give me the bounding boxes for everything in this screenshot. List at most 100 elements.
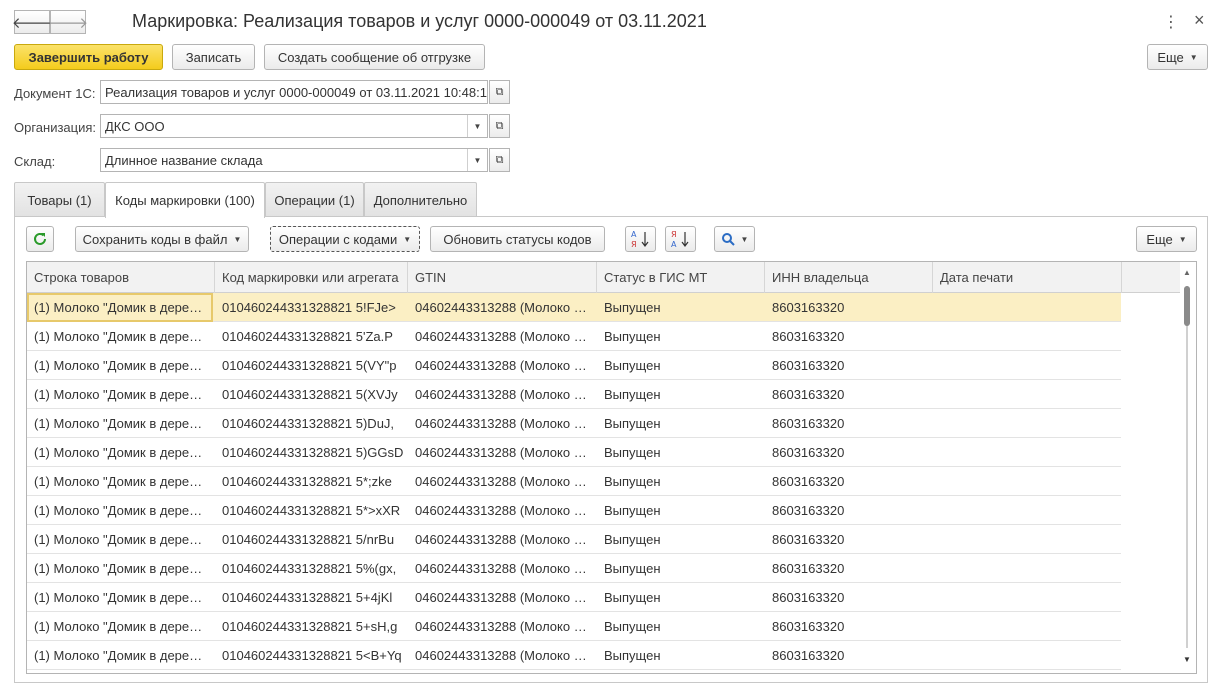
cell-status[interactable]: Выпущен	[597, 438, 765, 467]
table-row[interactable]: (1) Молоко "Домик в дере… 010460244331328…	[27, 554, 1121, 583]
cell-status[interactable]: Выпущен	[597, 496, 765, 525]
operations-with-codes-button[interactable]: Операции с кодами ▼	[270, 226, 420, 252]
table-row[interactable]: (1) Молоко "Домик в дере… 010460244331328…	[27, 293, 1121, 322]
cell-marking-code[interactable]: 010460244331328821 5*;zke	[215, 467, 405, 496]
finish-button[interactable]: Завершить работу	[14, 44, 163, 70]
tab-goods[interactable]: Товары (1)	[14, 182, 105, 217]
open-organization-icon[interactable]: ⧉	[489, 114, 510, 138]
cell-gtin[interactable]: 04602443313288 (Молоко …	[408, 641, 592, 670]
tab-additional[interactable]: Дополнительно	[364, 182, 477, 217]
cell-marking-code[interactable]: 010460244331328821 5)DuJ,	[215, 409, 405, 438]
cell-print-date[interactable]	[933, 351, 1121, 380]
cell-owner-inn[interactable]: 8603163320	[765, 322, 933, 351]
scroll-down-icon[interactable]: ▼	[1183, 655, 1191, 664]
document-field[interactable]: Реализация товаров и услуг 0000-000049 о…	[100, 80, 488, 104]
cell-gtin[interactable]: 04602443313288 (Молоко …	[408, 467, 592, 496]
cell-goods-row[interactable]: (1) Молоко "Домик в дере…	[27, 641, 213, 670]
search-button[interactable]: ▼	[714, 226, 755, 252]
cell-print-date[interactable]	[933, 409, 1121, 438]
save-codes-button[interactable]: Сохранить коды в файл ▼	[75, 226, 249, 252]
cell-gtin[interactable]: 04602443313288 (Молоко …	[408, 380, 592, 409]
cell-gtin[interactable]: 04602443313288 (Молоко …	[408, 351, 592, 380]
table-row[interactable]: (1) Молоко "Домик в дере… 010460244331328…	[27, 351, 1121, 380]
cell-print-date[interactable]	[933, 293, 1121, 322]
sort-descending-button[interactable]: Я А	[665, 226, 696, 252]
tab-operations[interactable]: Операции (1)	[265, 182, 364, 217]
cell-print-date[interactable]	[933, 641, 1121, 670]
cell-goods-row[interactable]: (1) Молоко "Домик в дере…	[27, 380, 213, 409]
cell-goods-row[interactable]: (1) Молоко "Домик в дере…	[27, 496, 213, 525]
cell-marking-code[interactable]: 010460244331328821 5(VY"p	[215, 351, 405, 380]
cell-marking-code[interactable]: 010460244331328821 5%(gx,	[215, 554, 405, 583]
cell-print-date[interactable]	[933, 380, 1121, 409]
cell-gtin[interactable]: 04602443313288 (Молоко …	[408, 583, 592, 612]
column-header-gtin[interactable]: GTIN	[408, 262, 597, 293]
cell-goods-row[interactable]: (1) Молоко "Домик в дере…	[27, 322, 213, 351]
more-vertical-icon[interactable]: ⋮	[1163, 12, 1179, 32]
back-arrow-icon[interactable]: 🡐	[12, 10, 52, 34]
table-row[interactable]: (1) Молоко "Домик в дере… 010460244331328…	[27, 409, 1121, 438]
refresh-button[interactable]	[26, 226, 54, 252]
table-row[interactable]: (1) Молоко "Домик в дере… 010460244331328…	[27, 612, 1121, 641]
cell-goods-row[interactable]: (1) Молоко "Домик в дере…	[27, 467, 213, 496]
cell-owner-inn[interactable]: 8603163320	[765, 467, 933, 496]
cell-owner-inn[interactable]: 8603163320	[765, 554, 933, 583]
cell-goods-row[interactable]: (1) Молоко "Домик в дере…	[27, 409, 213, 438]
cell-goods-row[interactable]: (1) Молоко "Домик в дере…	[27, 438, 213, 467]
cell-marking-code[interactable]: 010460244331328821 5*>xXR	[215, 496, 405, 525]
cell-print-date[interactable]	[933, 322, 1121, 351]
cell-owner-inn[interactable]: 8603163320	[765, 293, 933, 322]
cell-owner-inn[interactable]: 8603163320	[765, 438, 933, 467]
cell-goods-row[interactable]: (1) Молоко "Домик в дере…	[27, 525, 213, 554]
save-button[interactable]: Записать	[172, 44, 255, 70]
warehouse-field[interactable]: Длинное название склада ▼	[100, 148, 488, 172]
cell-owner-inn[interactable]: 8603163320	[765, 583, 933, 612]
cell-owner-inn[interactable]: 8603163320	[765, 612, 933, 641]
cell-owner-inn[interactable]: 8603163320	[765, 496, 933, 525]
cell-marking-code[interactable]: 010460244331328821 5+4jKl	[215, 583, 405, 612]
organization-field[interactable]: ДКС ООО ▼	[100, 114, 488, 138]
table-row[interactable]: (1) Молоко "Домик в дере… 010460244331328…	[27, 641, 1121, 670]
table-row[interactable]: (1) Молоко "Домик в дере… 010460244331328…	[27, 467, 1121, 496]
cell-status[interactable]: Выпущен	[597, 467, 765, 496]
open-warehouse-icon[interactable]: ⧉	[489, 148, 510, 172]
chevron-down-icon[interactable]: ▼	[467, 149, 487, 171]
cell-owner-inn[interactable]: 8603163320	[765, 409, 933, 438]
cell-status[interactable]: Выпущен	[597, 351, 765, 380]
cell-status[interactable]: Выпущен	[597, 322, 765, 351]
cell-goods-row[interactable]: (1) Молоко "Домик в дере…	[27, 583, 213, 612]
cell-print-date[interactable]	[933, 467, 1121, 496]
marking-codes-table[interactable]: Строка товаров Код маркировки или агрега…	[26, 261, 1197, 674]
cell-print-date[interactable]	[933, 438, 1121, 467]
table-row[interactable]: (1) Молоко "Домик в дере… 010460244331328…	[27, 380, 1121, 409]
table-row[interactable]: (1) Молоко "Домик в дере… 010460244331328…	[27, 438, 1121, 467]
cell-gtin[interactable]: 04602443313288 (Молоко …	[408, 438, 592, 467]
cell-marking-code[interactable]: 010460244331328821 5(XVJy	[215, 380, 405, 409]
cell-owner-inn[interactable]: 8603163320	[765, 641, 933, 670]
cell-owner-inn[interactable]: 8603163320	[765, 525, 933, 554]
sort-ascending-button[interactable]: А Я	[625, 226, 656, 252]
create-message-button[interactable]: Создать сообщение об отгрузке	[264, 44, 485, 70]
scrollbar-thumb[interactable]	[1184, 286, 1190, 326]
tab-marking-codes[interactable]: Коды маркировки (100)	[105, 182, 265, 218]
column-header-status[interactable]: Статус в ГИС МТ	[597, 262, 765, 293]
codes-more-button[interactable]: Еще ▼	[1136, 226, 1197, 252]
cell-gtin[interactable]: 04602443313288 (Молоко …	[408, 612, 592, 641]
cell-print-date[interactable]	[933, 583, 1121, 612]
more-button[interactable]: Еще ▼	[1147, 44, 1208, 70]
cell-status[interactable]: Выпущен	[597, 293, 765, 322]
cell-gtin[interactable]: 04602443313288 (Молоко …	[408, 293, 592, 322]
column-header-print-date[interactable]: Дата печати	[933, 262, 1122, 293]
column-header-owner-inn[interactable]: ИНН владельца	[765, 262, 933, 293]
cell-status[interactable]: Выпущен	[597, 409, 765, 438]
column-header-goods-row[interactable]: Строка товаров	[27, 262, 215, 293]
cell-goods-row[interactable]: (1) Молоко "Домик в дере…	[27, 554, 213, 583]
cell-owner-inn[interactable]: 8603163320	[765, 351, 933, 380]
cell-print-date[interactable]	[933, 496, 1121, 525]
update-statuses-button[interactable]: Обновить статусы кодов	[430, 226, 605, 252]
cell-marking-code[interactable]: 010460244331328821 5!FJe>	[215, 293, 405, 322]
table-row[interactable]: (1) Молоко "Домик в дере… 010460244331328…	[27, 583, 1121, 612]
chevron-down-icon[interactable]: ▼	[467, 115, 487, 137]
cell-status[interactable]: Выпущен	[597, 380, 765, 409]
table-row[interactable]: (1) Молоко "Домик в дере… 010460244331328…	[27, 525, 1121, 554]
